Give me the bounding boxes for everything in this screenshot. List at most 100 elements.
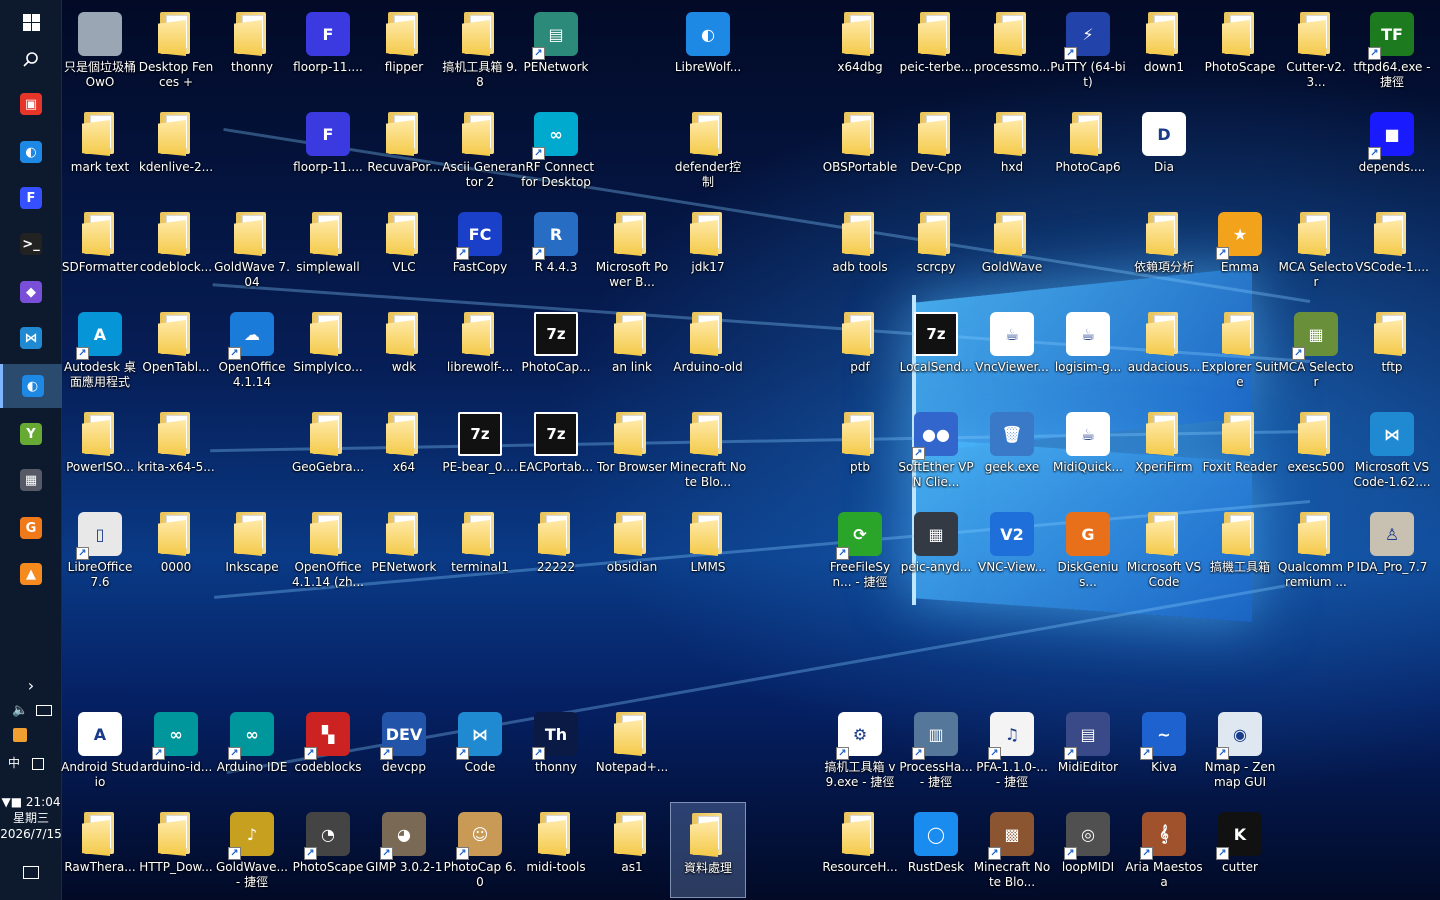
desktop-icon[interactable]: ▚ ↗ codeblocks <box>290 702 366 798</box>
desktop-icon[interactable]: wdk <box>366 302 442 398</box>
desktop-icon[interactable]: krita-x64-5... <box>137 402 215 498</box>
desktop-icon[interactable]: an link <box>594 302 670 398</box>
desktop-icon[interactable]: adb tools <box>822 202 898 298</box>
desktop-icon[interactable]: Minecraft Note Blo... <box>670 402 746 498</box>
desktop-icon[interactable]: tftp <box>1354 302 1430 398</box>
taskbar-app-10[interactable]: G <box>0 506 62 550</box>
desktop-icon[interactable]: G DiskGenius... <box>1050 502 1126 598</box>
desktop-icon[interactable]: codeblock... <box>138 202 214 298</box>
desktop-icon[interactable]: ◐ LibreWolf... <box>670 2 746 98</box>
taskbar-app-1[interactable]: ▣ <box>0 82 62 126</box>
desktop-icon[interactable]: ∞ ↗ arduino-id... <box>138 702 214 798</box>
desktop-icon[interactable]: 7z PhotoCap... <box>518 302 594 398</box>
desktop-icon[interactable]: flipper <box>366 2 442 98</box>
desktop-icon[interactable]: 𝄞 ↗ Aria Maestosa <box>1125 802 1203 898</box>
desktop-icon[interactable]: ⟳ ↗ FreeFileSyn... - 捷徑 <box>822 502 898 598</box>
desktop-icon[interactable]: FC ↗ FastCopy <box>442 202 518 298</box>
desktop-icon[interactable]: ▯ ↗ LibreOffice 7.6 <box>62 502 138 598</box>
desktop-icon[interactable]: RecuvaPor... <box>366 102 442 198</box>
desktop-icon[interactable]: mark text <box>62 102 138 198</box>
desktop-icon[interactable]: R ↗ R 4.4.3 <box>518 202 594 298</box>
desktop-icon[interactable]: OpenTabl... <box>138 302 214 398</box>
desktop-icon[interactable]: ●● ↗ SoftEther VPN Clie... <box>898 402 974 498</box>
desktop-icon[interactable]: PENetwork <box>366 502 442 598</box>
desktop-icon[interactable]: ◔ ↗ PhotoScape <box>290 802 366 898</box>
ime-indicator[interactable]: 中 <box>8 756 20 771</box>
desktop-icon[interactable]: 搞機工具箱 <box>1202 502 1278 598</box>
desktop-icon[interactable]: Arduino-old <box>670 302 746 398</box>
desktop-icon[interactable]: ~ ↗ Kiva <box>1126 702 1202 798</box>
desktop-icon[interactable]: processmo... <box>974 2 1050 98</box>
desktop-icon[interactable]: terminal1 <box>442 502 518 598</box>
taskbar-app-9[interactable]: ▦ <box>0 458 62 502</box>
desktop-icon[interactable]: VLC <box>366 202 442 298</box>
network-icon[interactable] <box>36 705 53 716</box>
clock-date[interactable]: 2026/7/15 <box>0 827 62 842</box>
taskbar-app-5[interactable]: ◆ <box>0 270 62 314</box>
desktop-icon[interactable]: 搞机工具箱 9.8 <box>442 2 518 98</box>
desktop-icon[interactable]: ▤ ↗ PENetwork <box>518 2 594 98</box>
taskbar-app-6[interactable]: ⋈ <box>0 316 62 360</box>
desktop-icon[interactable]: V2 VNC-View... <box>974 502 1050 598</box>
action-center-button[interactable] <box>0 850 62 894</box>
desktop-icon[interactable]: Desktop Fences + <box>138 2 214 98</box>
desktop-icon[interactable]: ⚙ ↗ 搞机工具箱 v9.exe - 捷徑 <box>822 702 898 798</box>
desktop-icon[interactable]: librewolf-... <box>442 302 518 398</box>
desktop-icon[interactable]: D Dia <box>1126 102 1202 198</box>
desktop-icon[interactable]: GeoGebra... <box>290 402 366 498</box>
desktop-icon[interactable]: K ↗ cutter <box>1202 802 1278 898</box>
desktop-icon[interactable]: Tor Browser <box>594 402 670 498</box>
desktop-icon[interactable]: Qualcomm Premium ... <box>1278 502 1354 598</box>
desktop-icon[interactable]: ⋈ ↗ Code <box>442 702 518 798</box>
desktop-icon[interactable]: Microsoft VS Code <box>1126 502 1202 598</box>
desktop-icon[interactable]: ★ ↗ Emma <box>1202 202 1278 298</box>
desktop-icon[interactable]: 7z LocalSend... <box>898 302 974 398</box>
desktop-icon[interactable]: PowerISO... <box>62 402 138 498</box>
desktop-icon[interactable]: pdf <box>822 302 898 398</box>
taskbar-app-8[interactable]: Y <box>0 412 62 456</box>
desktop-icon[interactable]: peic-terbe... <box>898 2 974 98</box>
desktop-icon[interactable]: 0000 <box>138 502 214 598</box>
desktop-icon[interactable]: thonny <box>214 2 290 98</box>
desktop-icon[interactable]: hxd <box>974 102 1050 198</box>
desktop-icon[interactable]: jdk17 <box>670 202 746 298</box>
desktop-icon[interactable]: Dev-Cpp <box>898 102 974 198</box>
desktop-icon[interactable]: ▩ ↗ Minecraft Note Blo... <box>974 802 1050 898</box>
clock-time[interactable]: ▼■ 21:04 <box>0 795 62 810</box>
desktop-icon[interactable]: audacious... <box>1126 302 1202 398</box>
desktop-icon[interactable]: XperiFirm <box>1126 402 1202 498</box>
desktop-icon[interactable]: Inkscape <box>214 502 290 598</box>
desktop-icon[interactable]: TF ↗ tftpd64.exe - 捷徑 <box>1353 2 1431 98</box>
desktop-icon[interactable]: ◕ ↗ GIMP 3.0.2-1 <box>366 802 442 898</box>
tray-expand-button[interactable]: › <box>0 678 62 694</box>
desktop-icon[interactable]: ⚡ ↗ PuTTY (64-bit) <box>1050 2 1126 98</box>
desktop-icon[interactable]: ∞ ↗ nRF Connect for Desktop <box>518 102 594 198</box>
taskbar-app-11[interactable]: ▲ <box>0 552 62 596</box>
desktop-icon[interactable]: ■ ↗ depends.... <box>1354 102 1430 198</box>
taskbar-app-7[interactable]: ◐ <box>0 364 62 408</box>
desktop-icon[interactable]: VSCode-1.... <box>1354 202 1430 298</box>
desktop-icon[interactable]: ◉ ↗ Nmap - Zenmap GUI <box>1202 702 1278 798</box>
desktop-icon[interactable]: Ffloorp-11.... <box>290 102 366 198</box>
desktop-icon[interactable]: 🗑 geek.exe <box>974 402 1050 498</box>
desktop-icon[interactable]: ▦ ↗ MCA Selector <box>1278 302 1354 398</box>
desktop-icon[interactable]: down1 <box>1126 2 1202 98</box>
tray-app-icon[interactable] <box>13 728 27 742</box>
desktop-icon[interactable]: 資料處理 <box>670 802 746 898</box>
desktop-icon[interactable]: ☺ ↗ PhotoCap 6.0 <box>442 802 518 898</box>
desktop-icon[interactable]: ☕ VncViewer... <box>974 302 1050 398</box>
desktop-icon[interactable]: MCA Selector <box>1278 202 1354 298</box>
desktop-icon[interactable]: ▦ peic-anyd... <box>898 502 974 598</box>
desktop-icon[interactable]: 依賴項分析 <box>1126 202 1202 298</box>
desktop-icon[interactable]: midi-tools <box>518 802 594 898</box>
desktop-icon[interactable]: 7z PE-bear_0.... <box>442 402 518 498</box>
desktop-icon[interactable]: 22222 <box>518 502 594 598</box>
desktop-icon[interactable]: ☕ MidiQuick... <box>1050 402 1126 498</box>
desktop-icon[interactable]: ∞ ↗ Arduino IDE <box>214 702 290 798</box>
desktop-icon[interactable]: A ↗ Autodesk 桌面應用程式 <box>62 302 138 398</box>
desktop-icon[interactable]: OpenOffice 4.1.14 (zh... <box>290 502 366 598</box>
clock-day[interactable]: 星期三 <box>0 811 62 826</box>
desktop-icon[interactable]: Microsoft Power B... <box>594 202 670 298</box>
desktop-icon[interactable]: x64dbg <box>822 2 898 98</box>
desktop-icon[interactable]: HTTP_Dow... <box>138 802 214 898</box>
